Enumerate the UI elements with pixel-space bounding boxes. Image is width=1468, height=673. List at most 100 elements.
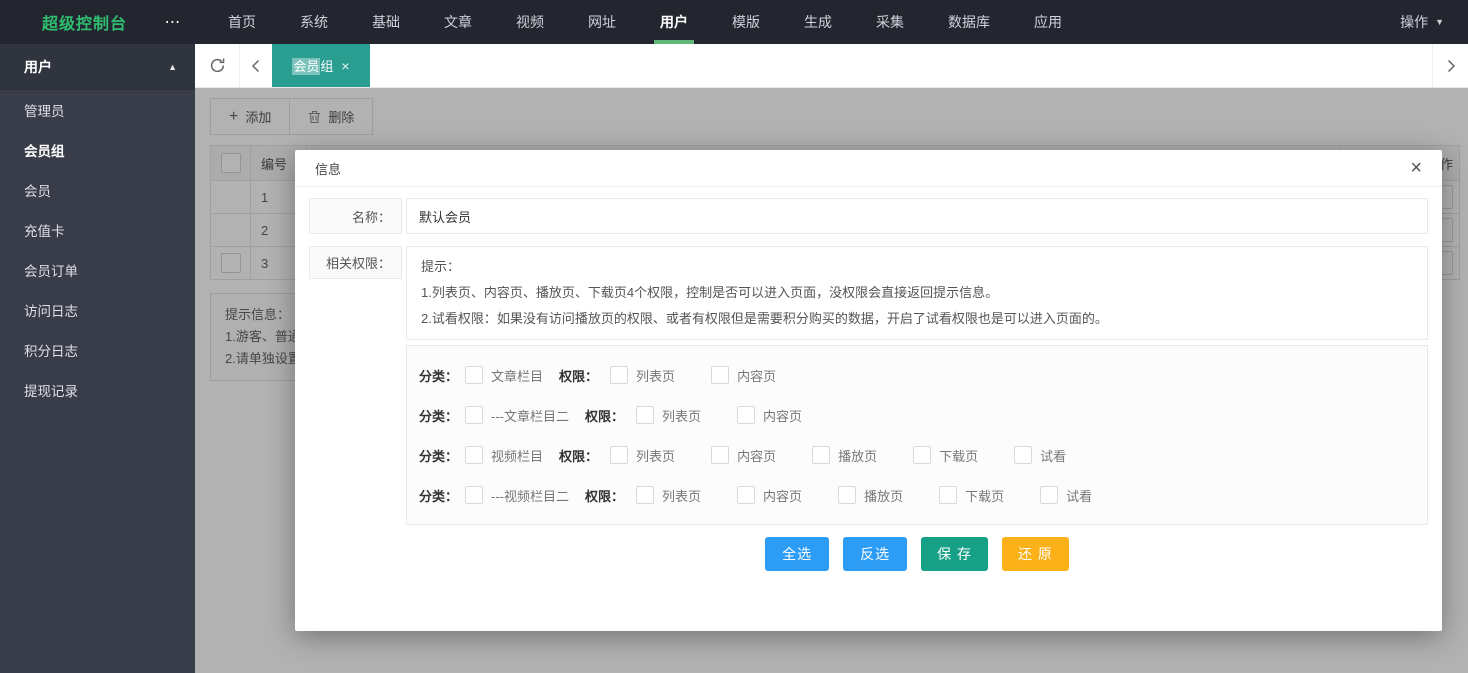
category-label: 分类： bbox=[419, 406, 458, 425]
nav-item-base[interactable]: 基础 bbox=[350, 0, 422, 44]
app-window: 超级控制台 ⋯ 首页 系统 基础 文章 视频 网址 用户 模版 生成 采集 数据… bbox=[0, 0, 1468, 673]
sidebar-item-admin[interactable]: 管理员 bbox=[0, 90, 195, 130]
nav-item-home[interactable]: 首页 bbox=[206, 0, 278, 44]
nav-item-video[interactable]: 视频 bbox=[494, 0, 566, 44]
perm-checkbox[interactable] bbox=[913, 446, 931, 464]
nav-item-user[interactable]: 用户 bbox=[638, 0, 710, 44]
perm-label: 播放页 bbox=[864, 486, 903, 505]
modal-body: 名称： 相关权限： 提示： 1.列表页、内容页、播放页、下载页4个权限，控制是否… bbox=[295, 187, 1442, 594]
perm-option: 内容页 bbox=[725, 406, 802, 425]
sidebar: 用户 ▲ 管理员 会员组 会员 充值卡 会员订单 访问日志 积分日志 提现记录 bbox=[0, 44, 195, 673]
perm-option: 内容页 bbox=[699, 446, 776, 465]
modal-button-row: 全选 反选 保 存 还 原 bbox=[406, 537, 1428, 571]
tab-label-selected-text: 会员 bbox=[292, 58, 320, 75]
sidebar-item-visit-log[interactable]: 访问日志 bbox=[0, 290, 195, 330]
info-modal: 信息 × 名称： 相关权限： 提示： 1.列表页、内容页、播放页、下载页4个权限… bbox=[295, 150, 1442, 631]
nav-item-system[interactable]: 系统 bbox=[278, 0, 350, 44]
perm-checkbox[interactable] bbox=[610, 366, 628, 384]
category-checkbox[interactable] bbox=[465, 366, 483, 384]
close-icon[interactable]: × bbox=[1410, 158, 1422, 178]
tip-line: 2.试看权限：如果没有访问播放页的权限、或者有权限但是需要积分购买的数据，开启了… bbox=[421, 306, 1413, 332]
invert-selection-button[interactable]: 反选 bbox=[843, 537, 907, 571]
perm-label: 列表页 bbox=[662, 486, 701, 505]
nav-item-url[interactable]: 网址 bbox=[566, 0, 638, 44]
sidebar-group-user[interactable]: 用户 ▲ bbox=[0, 44, 195, 90]
perm-option: 下载页 bbox=[927, 486, 1004, 505]
perm-checkbox[interactable] bbox=[636, 486, 654, 504]
restore-button[interactable]: 还 原 bbox=[1002, 537, 1069, 571]
nav-item-template[interactable]: 模版 bbox=[710, 0, 782, 44]
perm-checkbox[interactable] bbox=[1040, 486, 1058, 504]
category-row-video: 分类： 视频栏目 权限： 列表页 内容页 bbox=[419, 435, 1415, 475]
perm-option: 试看 bbox=[1002, 446, 1066, 465]
name-input[interactable] bbox=[406, 198, 1428, 234]
perm-option: 列表页 bbox=[598, 446, 675, 465]
category-row-video-sub: 分类： ---视频栏目二 权限： 列表页 内容页 bbox=[419, 475, 1415, 515]
nav-item-app[interactable]: 应用 bbox=[1012, 0, 1084, 44]
nav-item-collect[interactable]: 采集 bbox=[854, 0, 926, 44]
tip-line: 提示： bbox=[421, 254, 1413, 280]
perm-option: 内容页 bbox=[725, 486, 802, 505]
perm-checkbox[interactable] bbox=[838, 486, 856, 504]
refresh-button[interactable] bbox=[195, 44, 240, 87]
category-name: ---文章栏目二 bbox=[491, 406, 569, 425]
perm-checkbox[interactable] bbox=[939, 486, 957, 504]
caret-down-icon: ▼ bbox=[1435, 17, 1444, 27]
sidebar-item-member-order[interactable]: 会员订单 bbox=[0, 250, 195, 290]
permissions-field-row: 相关权限： 提示： 1.列表页、内容页、播放页、下载页4个权限，控制是否可以进入… bbox=[309, 246, 1428, 571]
perm-checkbox[interactable] bbox=[711, 446, 729, 464]
sidebar-item-member-group[interactable]: 会员组 bbox=[0, 130, 195, 170]
sidebar-item-withdraw-record[interactable]: 提现记录 bbox=[0, 370, 195, 410]
perm-checkbox[interactable] bbox=[1014, 446, 1032, 464]
perm-option: 试看 bbox=[1028, 486, 1092, 505]
perm-checkbox[interactable] bbox=[812, 446, 830, 464]
perm-label: 下载页 bbox=[965, 486, 1004, 505]
nav-item-article[interactable]: 文章 bbox=[422, 0, 494, 44]
chevron-up-icon: ▲ bbox=[168, 62, 177, 72]
sidebar-item-recharge-card[interactable]: 充值卡 bbox=[0, 210, 195, 250]
perm-label: 播放页 bbox=[838, 446, 877, 465]
perm-label: 内容页 bbox=[737, 446, 776, 465]
category-checkbox[interactable] bbox=[465, 486, 483, 504]
perm-checkbox[interactable] bbox=[610, 446, 628, 464]
category-name: ---视频栏目二 bbox=[491, 486, 569, 505]
tab-back-button[interactable] bbox=[240, 44, 272, 87]
perm-label: 下载页 bbox=[939, 446, 978, 465]
name-field-row: 名称： bbox=[309, 198, 1428, 234]
nav-item-generate[interactable]: 生成 bbox=[782, 0, 854, 44]
sidebar-item-member[interactable]: 会员 bbox=[0, 170, 195, 210]
top-nav: 超级控制台 ⋯ 首页 系统 基础 文章 视频 网址 用户 模版 生成 采集 数据… bbox=[0, 0, 1468, 44]
category-checkbox[interactable] bbox=[465, 446, 483, 464]
tab-member-group[interactable]: 会员组 × bbox=[272, 44, 370, 87]
tab-bar: 会员组 × bbox=[195, 44, 1468, 88]
category-name: 视频栏目 bbox=[491, 446, 543, 465]
nav-more-icon[interactable]: ⋯ bbox=[150, 0, 196, 44]
perm-checkbox[interactable] bbox=[636, 406, 654, 424]
select-all-button[interactable]: 全选 bbox=[765, 537, 829, 571]
perm-label: 试看 bbox=[1066, 486, 1092, 505]
sidebar-group-label: 用户 bbox=[24, 57, 52, 77]
nav-action-label: 操作 bbox=[1400, 12, 1428, 32]
tip-line: 1.列表页、内容页、播放页、下载页4个权限，控制是否可以进入页面，没权限会直接返… bbox=[421, 280, 1413, 306]
perm-checkbox[interactable] bbox=[711, 366, 729, 384]
perm-checkbox[interactable] bbox=[737, 406, 755, 424]
permissions-tip-box: 提示： 1.列表页、内容页、播放页、下载页4个权限，控制是否可以进入页面，没权限… bbox=[406, 246, 1428, 340]
perm-group-label: 权限： bbox=[585, 406, 624, 425]
tab-forward-button[interactable] bbox=[1432, 44, 1468, 87]
tab-close-icon[interactable]: × bbox=[341, 58, 349, 74]
category-label: 分类： bbox=[419, 366, 458, 385]
perm-group-label: 权限： bbox=[559, 446, 598, 465]
sidebar-item-points-log[interactable]: 积分日志 bbox=[0, 330, 195, 370]
nav-item-database[interactable]: 数据库 bbox=[926, 0, 1012, 44]
name-field-label: 名称： bbox=[309, 198, 402, 234]
category-checkbox[interactable] bbox=[465, 406, 483, 424]
brand-logo: 超级控制台 bbox=[0, 0, 150, 44]
perm-label: 内容页 bbox=[737, 366, 776, 385]
category-row-article-sub: 分类： ---文章栏目二 权限： 列表页 内容页 bbox=[419, 395, 1415, 435]
save-button[interactable]: 保 存 bbox=[921, 537, 988, 571]
perm-checkbox[interactable] bbox=[737, 486, 755, 504]
category-label: 分类： bbox=[419, 446, 458, 465]
category-name: 文章栏目 bbox=[491, 366, 543, 385]
nav-action-dropdown[interactable]: 操作 ▼ bbox=[1400, 0, 1468, 44]
perm-option: 列表页 bbox=[624, 486, 701, 505]
